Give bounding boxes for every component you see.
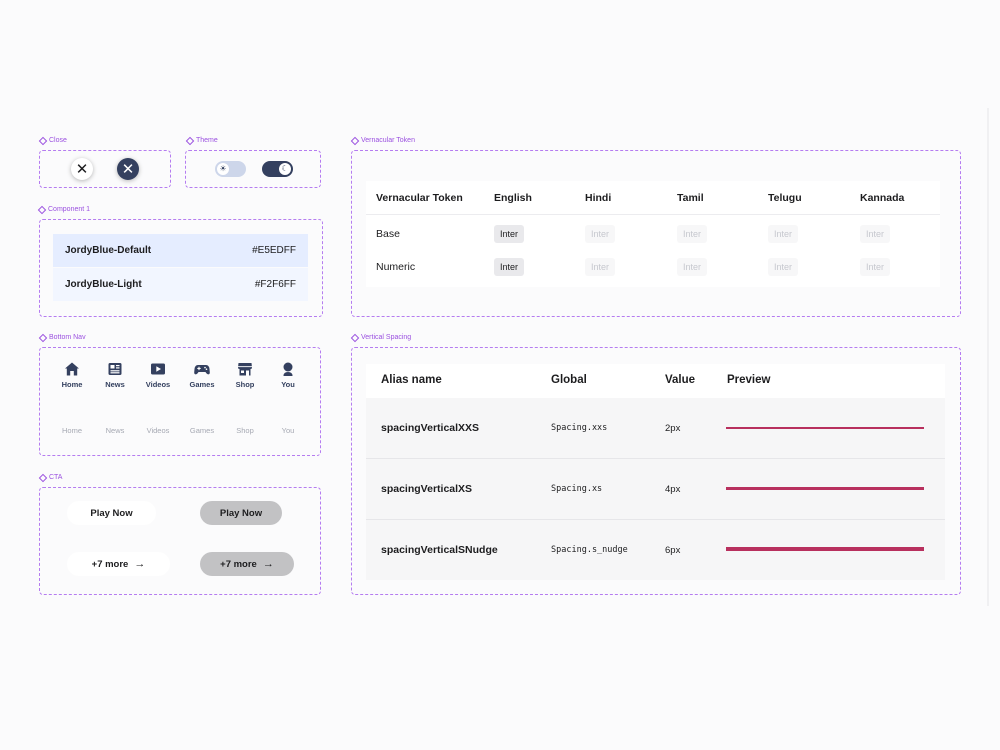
token-chip[interactable]: Inter [585, 225, 616, 243]
alias-name: spacingVerticalXXS [381, 422, 480, 434]
theme-frame [185, 150, 321, 188]
token-chip[interactable]: Inter [768, 258, 799, 276]
global-token: Spacing.s_nudge [551, 545, 628, 555]
row-label-base: Base [376, 228, 400, 240]
token-chip[interactable]: Inter [677, 225, 708, 243]
frame-label-theme: Theme [185, 136, 218, 145]
component-diamond-icon [185, 136, 195, 145]
header-tamil: Tamil [677, 192, 704, 204]
close-button-light[interactable]: ✕ [71, 158, 93, 180]
sun-icon: ☀ [217, 163, 229, 175]
table-divider [366, 214, 940, 215]
arrow-right-icon: → [134, 558, 146, 570]
header-preview: Preview [727, 374, 771, 386]
token-chip[interactable]: Inter [585, 258, 616, 276]
nav-item-you[interactable]: You [266, 361, 310, 389]
header-english: English [494, 192, 532, 204]
nav-item-home[interactable]: Home [50, 361, 94, 389]
token-chip[interactable]: Inter [494, 225, 525, 243]
user-icon [266, 361, 310, 377]
shop-icon [223, 361, 267, 377]
canvas-edge [987, 108, 989, 606]
color-name: JordyBlue-Light [65, 279, 142, 290]
nav-muted-videos[interactable]: Videos [136, 426, 180, 435]
close-icon: ✕ [121, 160, 135, 178]
color-name: JordyBlue-Default [65, 245, 152, 256]
nav-item-games[interactable]: Games [180, 361, 224, 389]
games-icon [180, 361, 224, 377]
global-token: Spacing.xs [551, 484, 603, 494]
close-frame [39, 150, 171, 188]
token-chip[interactable]: Inter [677, 258, 708, 276]
token-chip[interactable]: Inter [860, 258, 891, 276]
arrow-right-icon: → [262, 558, 274, 570]
theme-toggle-dark[interactable]: ☾ [262, 161, 293, 177]
token-chip[interactable]: Inter [860, 225, 891, 243]
header-alias-name: Alias name [381, 374, 442, 386]
more-button[interactable]: +7 more → [67, 552, 170, 576]
header-hindi: Hindi [585, 192, 612, 204]
nav-muted-games[interactable]: Games [180, 426, 224, 435]
frame-label-cta: CTA [38, 473, 62, 482]
news-icon [93, 361, 137, 377]
home-icon [50, 361, 94, 377]
component-diamond-icon [38, 333, 48, 342]
spacing-preview-bar [726, 547, 924, 551]
frame-label-vernacular: Vernacular Token [350, 136, 415, 145]
spacing-preview-bar [726, 487, 924, 490]
header-kannada: Kannada [860, 192, 905, 204]
nav-item-news[interactable]: News [93, 361, 137, 389]
nav-muted-home[interactable]: Home [50, 426, 94, 435]
nav-muted-you[interactable]: You [266, 426, 310, 435]
frame-label-component1: Component 1 [37, 205, 90, 214]
color-hex: #F2F6FF [254, 279, 296, 290]
component-diamond-icon [38, 473, 48, 482]
videos-icon [136, 361, 180, 377]
header-telugu: Telugu [768, 192, 802, 204]
row-label-numeric: Numeric [376, 261, 416, 273]
header-value: Value [665, 374, 696, 386]
component-diamond-icon [38, 136, 48, 145]
play-now-button[interactable]: Play Now [67, 501, 156, 525]
close-button-dark[interactable]: ✕ [117, 158, 139, 180]
frame-label-close: Close [38, 136, 67, 145]
nav-muted-news[interactable]: News [93, 426, 137, 435]
close-icon: ✕ [75, 160, 89, 178]
header-global: Global [551, 374, 587, 386]
nav-item-shop[interactable]: Shop [223, 361, 267, 389]
nav-item-videos[interactable]: Videos [136, 361, 180, 389]
alias-name: spacingVerticalSNudge [381, 544, 498, 556]
spacing-value: 4px [665, 484, 681, 495]
moon-icon: ☾ [279, 163, 291, 175]
header-vernacular-token: Vernacular Token [376, 192, 463, 204]
alias-name: spacingVerticalXS [381, 483, 473, 495]
component-diamond-icon [37, 205, 47, 214]
global-token: Spacing.xxs [551, 423, 608, 433]
color-hex: #E5EDFF [252, 245, 296, 256]
frame-label-bottom-nav: Bottom Nav [38, 333, 86, 342]
play-now-button-pressed[interactable]: Play Now [200, 501, 282, 525]
spacing-value: 2px [665, 423, 681, 434]
token-chip[interactable]: Inter [494, 258, 525, 276]
frame-label-vertical-spacing: Vertical Spacing [350, 333, 411, 342]
spacing-value: 6px [665, 545, 681, 556]
component-diamond-icon [350, 333, 360, 342]
color-row-default[interactable]: JordyBlue-Default #E5EDFF [53, 234, 308, 267]
token-chip[interactable]: Inter [768, 225, 799, 243]
component-diamond-icon [350, 136, 360, 145]
color-row-light[interactable]: JordyBlue-Light #F2F6FF [53, 268, 308, 301]
nav-muted-shop[interactable]: Shop [223, 426, 267, 435]
more-button-pressed[interactable]: +7 more → [200, 552, 294, 576]
spacing-preview-bar [726, 427, 924, 429]
theme-toggle-light[interactable]: ☀ [215, 161, 246, 177]
